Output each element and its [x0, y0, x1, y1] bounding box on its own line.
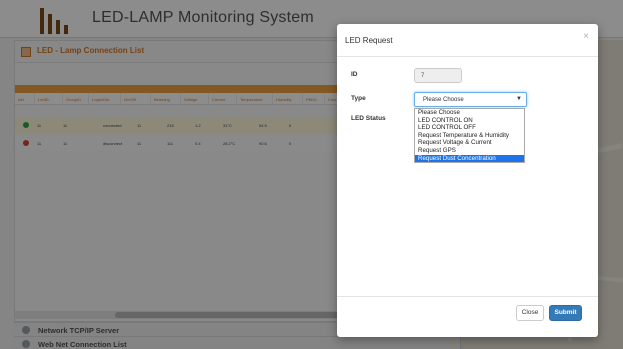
close-button[interactable]: Close	[516, 305, 544, 321]
modal-divider	[337, 56, 598, 57]
type-dropdown-list: Please Choose LED CONTROL ON LED CONTROL…	[414, 108, 525, 164]
led-request-modal: LED Request × ID 7 Type Please Choose ▼ …	[337, 24, 598, 337]
modal-title: LED Request	[345, 36, 393, 45]
led-status-label: LED Status	[351, 115, 386, 122]
type-select[interactable]: Please Choose ▼	[414, 92, 527, 107]
caret-down-icon: ▼	[516, 96, 522, 102]
type-option-voltage-current[interactable]: Request Voltage & Current	[415, 139, 524, 147]
type-select-value: Please Choose	[423, 97, 464, 103]
type-option-dust[interactable]: Request Dust Concentration	[415, 154, 524, 163]
type-option-temp-humidity[interactable]: Request Temperature & Humidity	[415, 132, 524, 140]
submit-button[interactable]: Submit	[549, 305, 582, 321]
type-option-led-off[interactable]: LED CONTROL OFF	[415, 124, 524, 132]
id-field: 7	[414, 68, 462, 83]
type-option-gps[interactable]: Request GPS	[415, 147, 524, 155]
close-icon[interactable]: ×	[583, 31, 589, 42]
type-option-led-on[interactable]: LED CONTROL ON	[415, 117, 524, 125]
id-label: ID	[351, 71, 358, 78]
type-option-please-choose[interactable]: Please Choose	[415, 109, 524, 117]
modal-footer-divider	[337, 296, 598, 297]
type-label: Type	[351, 95, 366, 102]
